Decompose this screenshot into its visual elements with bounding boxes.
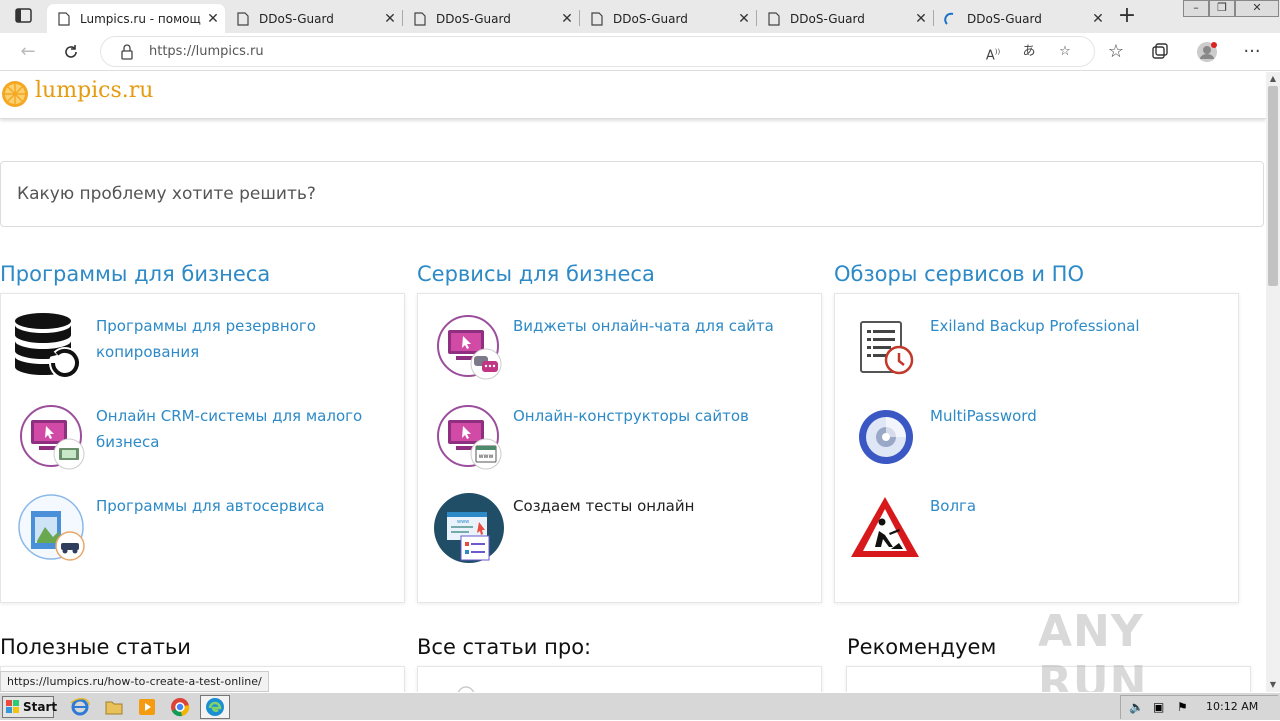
anyrun-watermark: ANY RUN — [1038, 606, 1148, 708]
card-reviews: Exiland Backup Professional MultiPasswor… — [834, 293, 1239, 603]
crm-icon[interactable] — [19, 404, 91, 476]
tab-title: DDoS-Guard — [613, 11, 688, 26]
page-viewport: lumpics.ru Программы для бизнеса Сервисы… — [0, 72, 1266, 692]
item-link[interactable]: Программы для резервного копирования — [96, 313, 366, 365]
close-icon[interactable]: ✕ — [555, 11, 579, 27]
tab-ddos-1[interactable]: DDoS-Guard ✕ — [226, 4, 402, 33]
chat-widget-icon[interactable] — [436, 314, 508, 386]
page-icon — [413, 11, 427, 26]
section-recommend: Рекомендуем — [847, 635, 997, 659]
ie-icon[interactable] — [70, 697, 90, 717]
close-icon[interactable]: ✕ — [1086, 11, 1110, 27]
favorites-icon[interactable]: ☆ — [1103, 39, 1129, 65]
item-link[interactable]: Виджеты онлайн-чата для сайта — [513, 313, 783, 339]
item-link[interactable]: Создаем тесты онлайн — [513, 493, 783, 519]
section-useful-articles: Полезные статьи — [0, 635, 191, 659]
orange-logo-icon[interactable] — [1, 80, 29, 108]
column-title-business-programs[interactable]: Программы для бизнеса — [0, 262, 270, 286]
tab-ddos-5[interactable]: DDoS-Guard ✕ — [934, 4, 1110, 33]
back-icon[interactable]: ← — [15, 39, 41, 65]
lock-icon[interactable] — [119, 43, 135, 61]
tab-title: DDoS-Guard — [259, 11, 334, 26]
translate-icon[interactable]: あ — [1019, 42, 1039, 62]
close-icon[interactable]: ✕ — [909, 11, 933, 27]
autoservice-icon[interactable] — [17, 493, 89, 565]
network-icon[interactable]: ▣ — [1153, 700, 1164, 714]
tab-title: DDoS-Guard — [790, 11, 865, 26]
road-works-icon[interactable] — [849, 493, 921, 565]
item-link[interactable]: MultiPassword — [930, 403, 1200, 429]
tab-ddos-3[interactable]: DDoS-Guard ✕ — [580, 4, 756, 33]
svg-text:www: www — [457, 519, 469, 525]
collections-icon[interactable] — [1147, 39, 1173, 65]
folder-icon[interactable] — [104, 697, 124, 717]
address-toolbar: ← https://lumpics.ru A)) あ ☆ ☆ ··· — [0, 33, 1280, 71]
address-bar[interactable]: https://lumpics.ru A)) あ ☆ — [100, 36, 1095, 67]
item-link[interactable]: Волга — [930, 493, 1200, 519]
database-backup-icon[interactable] — [13, 311, 85, 383]
page-icon — [767, 11, 781, 26]
card-business-services: Виджеты онлайн-чата для сайта www Онлайн… — [417, 293, 822, 603]
page-icon — [236, 11, 250, 26]
multipassword-icon[interactable] — [853, 404, 925, 476]
close-window-button[interactable]: ✕ — [1235, 0, 1279, 17]
media-player-icon[interactable] — [137, 697, 157, 717]
item-link[interactable]: Онлайн CRM-системы для малого бизнеса — [96, 403, 366, 455]
tab-title: DDoS-Guard — [967, 11, 1042, 26]
more-menu-icon[interactable]: ··· — [1239, 39, 1265, 65]
volume-icon[interactable]: 🔈 — [1129, 700, 1144, 714]
tab-title: DDoS-Guard — [436, 11, 511, 26]
site-header: lumpics.ru — [0, 72, 1266, 119]
profile-avatar[interactable] — [1194, 39, 1220, 65]
section-all-articles: Все статьи про: — [417, 635, 592, 659]
tab-actions-icon[interactable] — [14, 7, 34, 25]
refresh-icon[interactable] — [58, 39, 84, 65]
site-builder-icon[interactable]: www — [436, 404, 508, 476]
page-icon — [57, 11, 71, 26]
online-test-icon[interactable]: www — [433, 492, 505, 564]
url-text[interactable]: https://lumpics.ru — [149, 44, 264, 59]
item-link[interactable]: Exiland Backup Professional — [930, 313, 1200, 339]
minimize-button[interactable]: – — [1183, 0, 1209, 17]
tab-bar: Lumpics.ru - помощ ✕ DDoS-Guard ✕ DDoS-G… — [0, 0, 1280, 33]
new-tab-button[interactable]: + — [1115, 5, 1139, 29]
item-link[interactable]: Программы для автосервиса — [96, 493, 366, 519]
close-icon[interactable]: ✕ — [732, 11, 756, 27]
card-all-articles — [417, 666, 822, 692]
column-title-reviews[interactable]: Обзоры сервисов и ПО — [834, 262, 1084, 286]
page-icon — [590, 11, 604, 26]
page-scrollbar[interactable]: ▲ ▼ — [1266, 72, 1280, 692]
tab-ddos-2[interactable]: DDoS-Guard ✕ — [403, 4, 579, 33]
scroll-up-arrow-icon[interactable]: ▲ — [1266, 72, 1280, 86]
card-business-programs: Программы для резервного копирования Онл… — [0, 293, 405, 603]
item-link[interactable]: Онлайн-конструкторы сайтов — [513, 403, 783, 429]
read-aloud-icon[interactable]: A)) — [983, 42, 1003, 63]
close-icon[interactable]: ✕ — [378, 11, 402, 27]
tab-title: Lumpics.ru - помощ — [80, 11, 201, 26]
clock[interactable]: 10:12 AM — [1206, 700, 1258, 713]
loading-spinner-icon — [944, 12, 958, 26]
taskbar: Start 🔈 ▣ ⚑ 10:12 AM — [0, 692, 1280, 720]
scroll-down-arrow-icon[interactable]: ▼ — [1266, 678, 1280, 692]
exiland-icon[interactable] — [853, 314, 925, 386]
chrome-icon[interactable] — [170, 697, 190, 717]
search-input[interactable] — [2, 163, 1262, 225]
start-button[interactable]: Start — [2, 696, 58, 718]
site-logo[interactable]: lumpics.ru — [35, 78, 153, 103]
restore-button[interactable]: ❐ — [1209, 0, 1235, 17]
tab-lumpics[interactable]: Lumpics.ru - помощ ✕ — [47, 4, 225, 33]
flag-icon[interactable]: ⚑ — [1177, 700, 1188, 714]
tab-ddos-4[interactable]: DDoS-Guard ✕ — [757, 4, 933, 33]
start-label: Start — [23, 700, 58, 714]
column-title-business-services[interactable]: Сервисы для бизнеса — [417, 262, 655, 286]
svg-text:www: www — [479, 453, 494, 460]
search-box — [0, 161, 1264, 227]
edge-taskbar-button[interactable] — [200, 695, 230, 719]
add-favorite-icon[interactable]: ☆ — [1055, 42, 1075, 62]
scroll-thumb[interactable] — [1268, 86, 1278, 286]
close-icon[interactable]: ✕ — [201, 11, 225, 27]
status-url-tooltip: https://lumpics.ru/how-to-create-a-test-… — [0, 671, 269, 692]
